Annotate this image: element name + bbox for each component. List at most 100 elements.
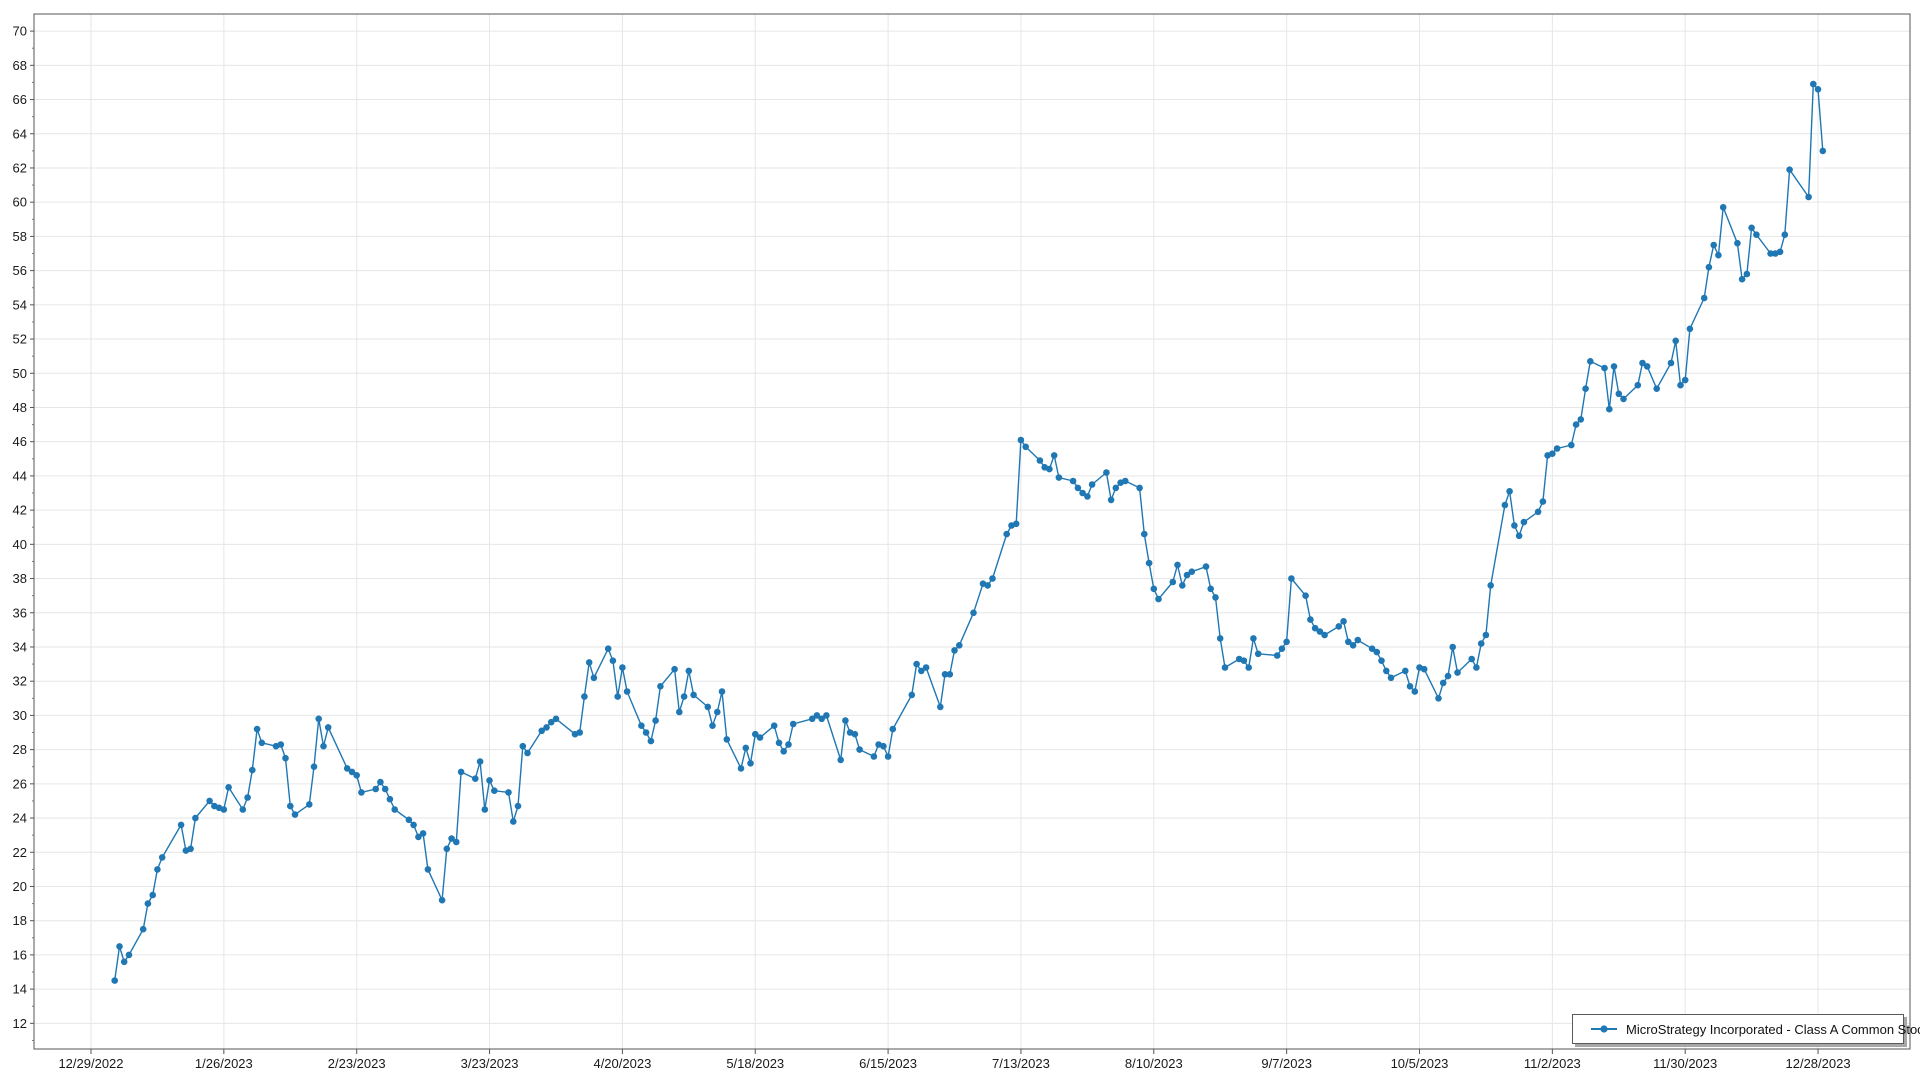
data-point-marker[interactable]: [1739, 276, 1746, 283]
data-point-marker[interactable]: [1820, 148, 1827, 155]
data-point-marker[interactable]: [724, 736, 731, 743]
data-point-marker[interactable]: [1483, 632, 1490, 639]
data-point-marker[interactable]: [249, 767, 256, 774]
data-point-marker[interactable]: [1777, 249, 1784, 256]
data-point-marker[interactable]: [1710, 242, 1717, 249]
data-point-marker[interactable]: [1620, 396, 1627, 403]
data-point-marker[interactable]: [1440, 680, 1447, 687]
data-point-marker[interactable]: [780, 748, 787, 755]
data-point-marker[interactable]: [1103, 469, 1110, 476]
data-point-marker[interactable]: [154, 866, 161, 873]
data-point-marker[interactable]: [1487, 582, 1494, 589]
data-point-marker[interactable]: [1677, 382, 1684, 389]
data-point-marker[interactable]: [1151, 586, 1158, 593]
data-point-marker[interactable]: [576, 729, 583, 736]
data-point-marker[interactable]: [1203, 563, 1210, 570]
data-point-marker[interactable]: [1653, 385, 1660, 392]
data-point-marker[interactable]: [1449, 644, 1456, 651]
data-point-marker[interactable]: [1435, 695, 1442, 702]
data-point-marker[interactable]: [619, 664, 626, 671]
data-point-marker[interactable]: [377, 779, 384, 786]
data-point-marker[interactable]: [1245, 664, 1252, 671]
data-point-marker[interactable]: [1782, 231, 1789, 238]
data-point-marker[interactable]: [686, 668, 693, 675]
data-point-marker[interactable]: [719, 688, 726, 695]
data-point-marker[interactable]: [842, 717, 849, 724]
data-point-marker[interactable]: [1701, 295, 1708, 302]
data-point-marker[interactable]: [757, 734, 764, 741]
data-point-marker[interactable]: [1070, 478, 1077, 485]
data-point-marker[interactable]: [1283, 639, 1290, 646]
data-point-marker[interactable]: [453, 839, 460, 846]
data-point-marker[interactable]: [1554, 445, 1561, 452]
data-point-marker[interactable]: [1155, 596, 1162, 603]
data-point-marker[interactable]: [116, 943, 123, 950]
data-point-marker[interactable]: [306, 801, 313, 808]
data-point-marker[interactable]: [1748, 225, 1755, 232]
data-point-marker[interactable]: [1274, 652, 1281, 659]
data-point-marker[interactable]: [439, 897, 446, 904]
data-point-marker[interactable]: [126, 952, 133, 959]
data-point-marker[interactable]: [225, 784, 232, 791]
data-point-marker[interactable]: [880, 743, 887, 750]
data-point-marker[interactable]: [1549, 450, 1556, 457]
data-point-marker[interactable]: [1207, 586, 1214, 593]
data-point-marker[interactable]: [852, 731, 859, 738]
data-point-marker[interactable]: [1388, 675, 1395, 682]
data-point-marker[interactable]: [1022, 444, 1029, 451]
data-point-marker[interactable]: [714, 709, 721, 716]
data-point-marker[interactable]: [425, 866, 432, 873]
data-point-marker[interactable]: [145, 900, 152, 907]
data-point-marker[interactable]: [1687, 326, 1694, 333]
data-point-marker[interactable]: [1241, 657, 1248, 664]
data-point-marker[interactable]: [709, 722, 716, 729]
data-point-marker[interactable]: [1644, 363, 1651, 370]
data-point-marker[interactable]: [1616, 391, 1623, 398]
data-point-marker[interactable]: [1468, 656, 1475, 663]
data-point-marker[interactable]: [1587, 358, 1594, 365]
data-point-marker[interactable]: [690, 692, 697, 699]
data-point-marker[interactable]: [1810, 81, 1817, 88]
data-point-marker[interactable]: [605, 645, 612, 652]
data-point-marker[interactable]: [747, 760, 754, 767]
data-point-marker[interactable]: [1051, 452, 1058, 459]
data-point-marker[interactable]: [1412, 688, 1419, 695]
data-point-marker[interactable]: [1141, 531, 1148, 538]
data-point-marker[interactable]: [1170, 579, 1177, 586]
data-point-marker[interactable]: [823, 712, 830, 719]
data-point-marker[interactable]: [444, 846, 451, 853]
data-point-marker[interactable]: [586, 659, 593, 666]
data-point-marker[interactable]: [984, 582, 991, 589]
data-point-marker[interactable]: [676, 709, 683, 716]
data-point-marker[interactable]: [1136, 485, 1143, 492]
data-point-marker[interactable]: [420, 830, 427, 837]
data-point-marker[interactable]: [671, 666, 678, 673]
data-point-marker[interactable]: [1222, 664, 1229, 671]
data-point-marker[interactable]: [320, 743, 327, 750]
data-point-marker[interactable]: [477, 758, 484, 765]
data-point-marker[interactable]: [149, 892, 156, 899]
data-point-marker[interactable]: [358, 789, 365, 796]
data-point-marker[interactable]: [937, 704, 944, 711]
data-point-marker[interactable]: [856, 746, 863, 753]
data-point-marker[interactable]: [1046, 466, 1053, 473]
data-point-marker[interactable]: [458, 769, 465, 776]
data-point-marker[interactable]: [1715, 252, 1722, 259]
data-point-marker[interactable]: [1786, 166, 1793, 173]
data-point-marker[interactable]: [885, 753, 892, 760]
data-point-marker[interactable]: [240, 806, 247, 813]
data-point-marker[interactable]: [890, 726, 897, 733]
data-point-marker[interactable]: [1421, 666, 1428, 673]
data-point-marker[interactable]: [315, 716, 322, 723]
data-point-marker[interactable]: [1706, 264, 1713, 271]
data-point-marker[interactable]: [1056, 474, 1063, 481]
data-point-marker[interactable]: [311, 763, 318, 770]
data-point-marker[interactable]: [624, 688, 631, 695]
data-point-marker[interactable]: [382, 786, 389, 793]
data-point-marker[interactable]: [1302, 592, 1309, 599]
data-point-marker[interactable]: [187, 846, 194, 853]
data-point-marker[interactable]: [790, 721, 797, 728]
data-point-marker[interactable]: [1374, 649, 1381, 656]
data-point-marker[interactable]: [1445, 673, 1452, 680]
data-point-marker[interactable]: [1454, 669, 1461, 676]
